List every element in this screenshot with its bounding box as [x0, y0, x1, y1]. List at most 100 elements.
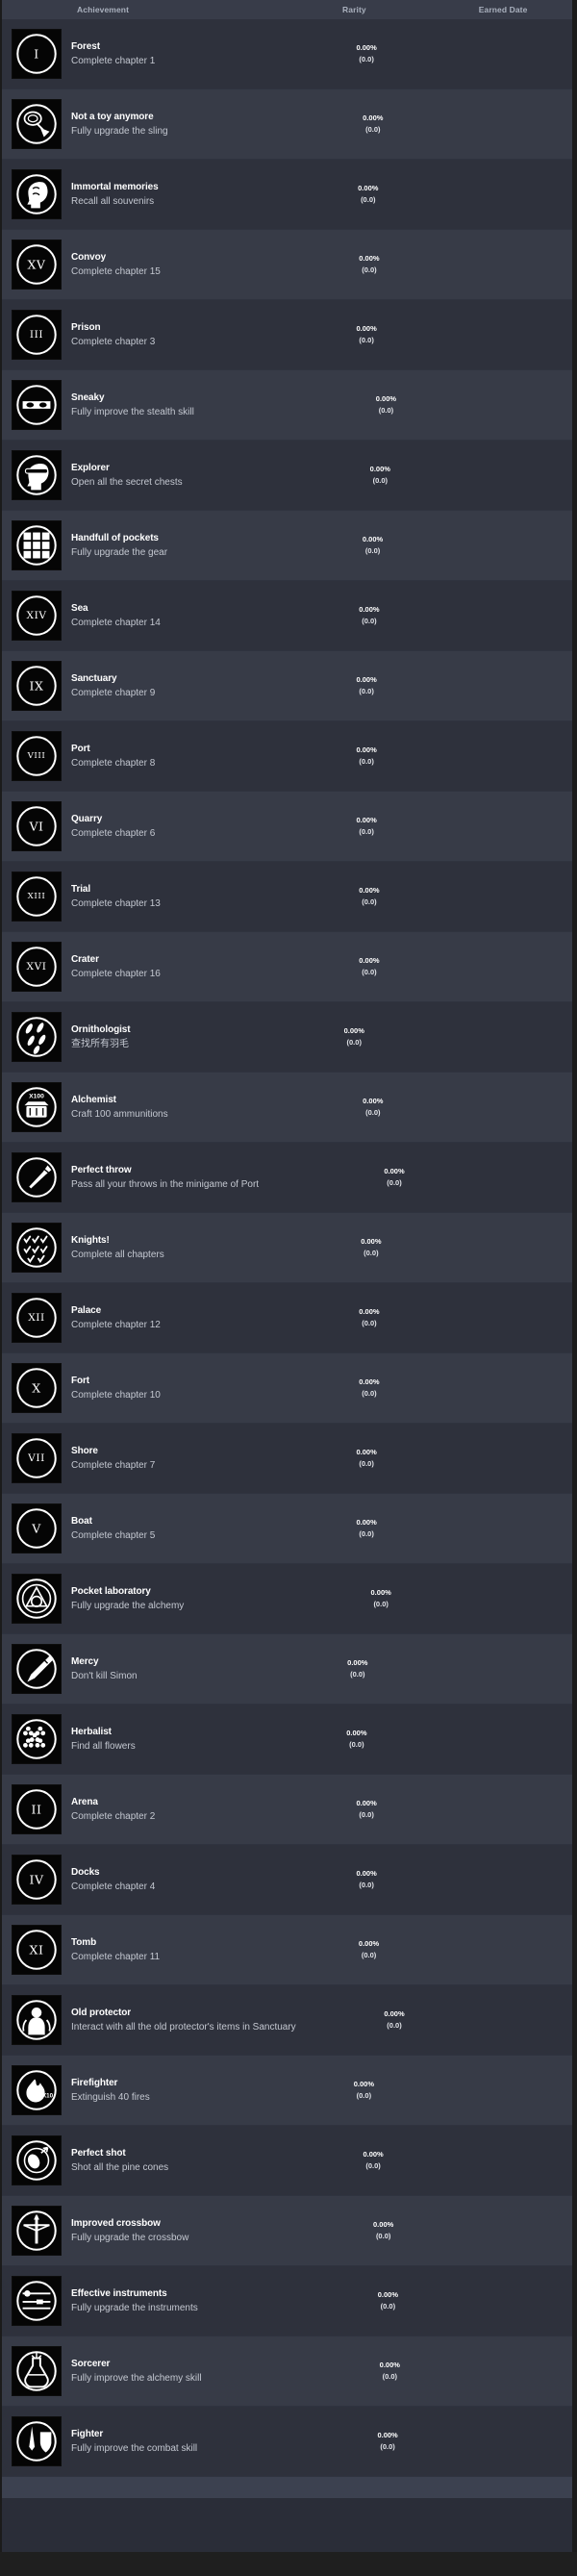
rarity-percent: 0.00% [343, 1026, 364, 1035]
rarity-count: (0.0) [362, 1319, 377, 1327]
achievement-rarity-cell: 0.00% (0.0) [312, 253, 427, 276]
achievement-icon-cell [2, 380, 71, 430]
roman-numeral-viii-icon: VIII [12, 731, 62, 781]
svg-text:II: II [31, 1803, 41, 1817]
achievement-row[interactable]: Explorer Open all the secret chests 0.00% (… [2, 441, 572, 511]
rarity-count: (0.0) [359, 687, 374, 695]
achievement-row[interactable]: Herbalist Find all flowers 0.00% (0.0) [2, 1705, 572, 1775]
roman-numeral-ii-icon: II [12, 1784, 62, 1834]
rarity-count: (0.0) [375, 2232, 391, 2240]
rarity-percent: 0.00% [356, 1518, 377, 1527]
achievement-row[interactable]: Immortal memories Recall all souvenirs 0.0… [2, 160, 572, 230]
achievement-icon-cell: X [2, 1363, 71, 1413]
achievement-row[interactable]: Ornithologist 查找所有羽毛 0.00% (0.0) [2, 1002, 572, 1073]
achievement-row[interactable]: VIII Port Complete chapter 8 0.00% (0.0) [2, 721, 572, 792]
achievement-row[interactable]: III Prison Complete chapter 3 0.00% (0.0) [2, 300, 572, 370]
achievement-row[interactable]: Mercy Don't kill Simon 0.00% (0.0) [2, 1634, 572, 1705]
achievement-row[interactable]: Pocket laboratory Fully upgrade the alche… [2, 1564, 572, 1634]
achievement-description: Don't kill Simon [71, 1670, 138, 1681]
achievement-row[interactable]: Old protector Interact with all the old p… [2, 1985, 572, 2056]
achievement-row[interactable]: IX Sanctuary Complete chapter 9 0.00% (0.0) [2, 651, 572, 721]
achievement-description: Complete chapter 5 [71, 1529, 156, 1541]
rarity-percent: 0.00% [379, 2361, 400, 2369]
achievement-row[interactable]: IV Docks Complete chapter 4 0.00% (0.0) [2, 1845, 572, 1915]
rarity-percent: 0.00% [356, 745, 377, 754]
achievement-row[interactable]: Not a toy anymore Fully upgrade the sling… [2, 89, 572, 160]
achievement-row[interactable]: X100 Alchemist Craft 100 ammunitions 0.00% (… [2, 1073, 572, 1143]
svg-text:XV: XV [27, 258, 45, 272]
achievement-row[interactable]: XV Convoy Complete chapter 15 0.00% (0.0) [2, 230, 572, 300]
achievement-rarity-cell: 0.00% (0.0) [309, 745, 424, 768]
achievement-rarity-cell: 0.00% (0.0) [315, 2149, 431, 2172]
rarity-percent: 0.00% [384, 2009, 405, 2018]
achievement-text-cell: Firefighter Extinguish 40 fires [71, 2077, 306, 2105]
achievement-row[interactable]: I Forest Complete chapter 1 0.00% (0.0) [2, 19, 572, 89]
throwing-knife-icon [12, 1152, 62, 1202]
achievement-row[interactable]: Perfect throw Pass all your throws in the… [2, 1143, 572, 1213]
achievement-row[interactable]: II Arena Complete chapter 2 0.00% (0.0) [2, 1775, 572, 1845]
roman-numeral-xii-icon: XII [12, 1293, 62, 1343]
achievements-panel: Achievement Rarity Earned Date I Forest Co… [2, 0, 572, 2552]
svg-text:I: I [34, 47, 39, 62]
achievement-icon-cell [2, 1152, 71, 1202]
achievement-description: Interact with all the old protector's it… [71, 2021, 296, 2033]
achievement-row[interactable]: VI Quarry Complete chapter 6 0.00% (0.0) [2, 792, 572, 862]
achievement-rarity-cell: 0.00% (0.0) [309, 674, 424, 697]
achievement-row[interactable]: X Fort Complete chapter 10 0.00% (0.0) [2, 1353, 572, 1424]
achievement-row[interactable]: Sneaky Fully improve the stealth skill 0.0… [2, 370, 572, 441]
rarity-count: (0.0) [387, 1178, 402, 1187]
achievement-description: Complete all chapters [71, 1249, 164, 1260]
achievement-row[interactable]: Fighter Fully improve the combat skill 0.0… [2, 2407, 572, 2477]
achievement-row[interactable]: XII Palace Complete chapter 12 0.00% (0.0) [2, 1283, 572, 1353]
rarity-percent: 0.00% [362, 535, 384, 543]
achievement-text-cell: Sanctuary Complete chapter 9 [71, 672, 309, 700]
achievement-text-cell: Tomb Complete chapter 11 [71, 1936, 312, 1964]
achievement-description: Craft 100 ammunitions [71, 1108, 168, 1120]
achievement-row[interactable]: Handfull of pockets Fully upgrade the gea… [2, 511, 572, 581]
rarity-percent: 0.00% [359, 254, 380, 263]
achievement-description: Complete chapter 4 [71, 1881, 156, 1892]
achievement-rarity-cell: 0.00% (0.0) [315, 113, 431, 136]
ghost-figure-icon [12, 1995, 62, 2045]
achievement-icon-cell: XIII [2, 871, 71, 922]
achievement-rarity-cell: 0.00% (0.0) [332, 2360, 447, 2383]
achievement-text-cell: Shore Complete chapter 7 [71, 1445, 309, 1473]
achievement-rarity-cell: 0.00% (0.0) [315, 534, 431, 557]
rarity-percent: 0.00% [356, 816, 377, 824]
dagger-icon [12, 1644, 62, 1694]
rarity-count: (0.0) [364, 1249, 379, 1257]
achievement-row[interactable]: VII Shore Complete chapter 7 0.00% (0.0) [2, 1424, 572, 1494]
achievement-row[interactable]: Improved crossbow Fully upgrade the cross… [2, 2196, 572, 2266]
achievement-text-cell: Perfect shot Shot all the pine cones [71, 2147, 315, 2175]
achievement-row[interactable]: V Boat Complete chapter 5 0.00% (0.0) [2, 1494, 572, 1564]
roman-numeral-iv-icon: IV [12, 1855, 62, 1905]
rarity-percent: 0.00% [373, 2220, 394, 2229]
achievement-row[interactable]: XIII Trial Complete chapter 13 0.00% (0.0) [2, 862, 572, 932]
achievement-text-cell: Mercy Don't kill Simon [71, 1655, 300, 1683]
achievement-row[interactable]: Effective instruments Fully upgrade the i… [2, 2266, 572, 2336]
achievement-icon-cell [2, 99, 71, 149]
achievement-row[interactable]: Perfect shot Shot all the pine cones 0.00%… [2, 2126, 572, 2196]
achievement-rarity-cell: 0.00% (0.0) [309, 815, 424, 838]
achievement-text-cell: Not a toy anymore Fully upgrade the sling [71, 111, 315, 139]
achievement-row[interactable]: Knights! Complete all chapters 0.00% (0.0) [2, 1213, 572, 1283]
achievement-row[interactable]: XI Tomb Complete chapter 11 0.00% (0.0) [2, 1915, 572, 1985]
svg-text:IV: IV [29, 1873, 44, 1887]
achievement-rarity-cell: 0.00% (0.0) [312, 1376, 427, 1400]
achievement-icon-cell [2, 2346, 71, 2396]
achievement-row[interactable]: XVI Crater Complete chapter 16 0.00% (0.0) [2, 932, 572, 1002]
achievement-title: Herbalist [71, 1726, 112, 1737]
achievement-description: Fully upgrade the sling [71, 125, 168, 137]
achievement-row[interactable]: Sorcerer Fully improve the alchemy skill 0… [2, 2336, 572, 2407]
achievement-description: Fully upgrade the gear [71, 546, 168, 558]
achievement-icon-cell: VII [2, 1433, 71, 1483]
rarity-count: (0.0) [380, 2302, 396, 2311]
achievement-text-cell: Sorcerer Fully improve the alchemy skill [71, 2358, 332, 2386]
achievement-text-cell: Quarry Complete chapter 6 [71, 813, 309, 841]
achievement-row[interactable]: X10 Firefighter Extinguish 40 fires 0.00% (0… [2, 2056, 572, 2126]
achievement-description: Recall all souvenirs [71, 195, 155, 207]
achievement-row[interactable]: XIV Sea Complete chapter 14 0.00% (0.0) [2, 581, 572, 651]
achievement-rarity-cell: 0.00% (0.0) [309, 323, 424, 346]
rarity-count: (0.0) [356, 2091, 372, 2100]
achievement-title: Quarry [71, 813, 103, 824]
